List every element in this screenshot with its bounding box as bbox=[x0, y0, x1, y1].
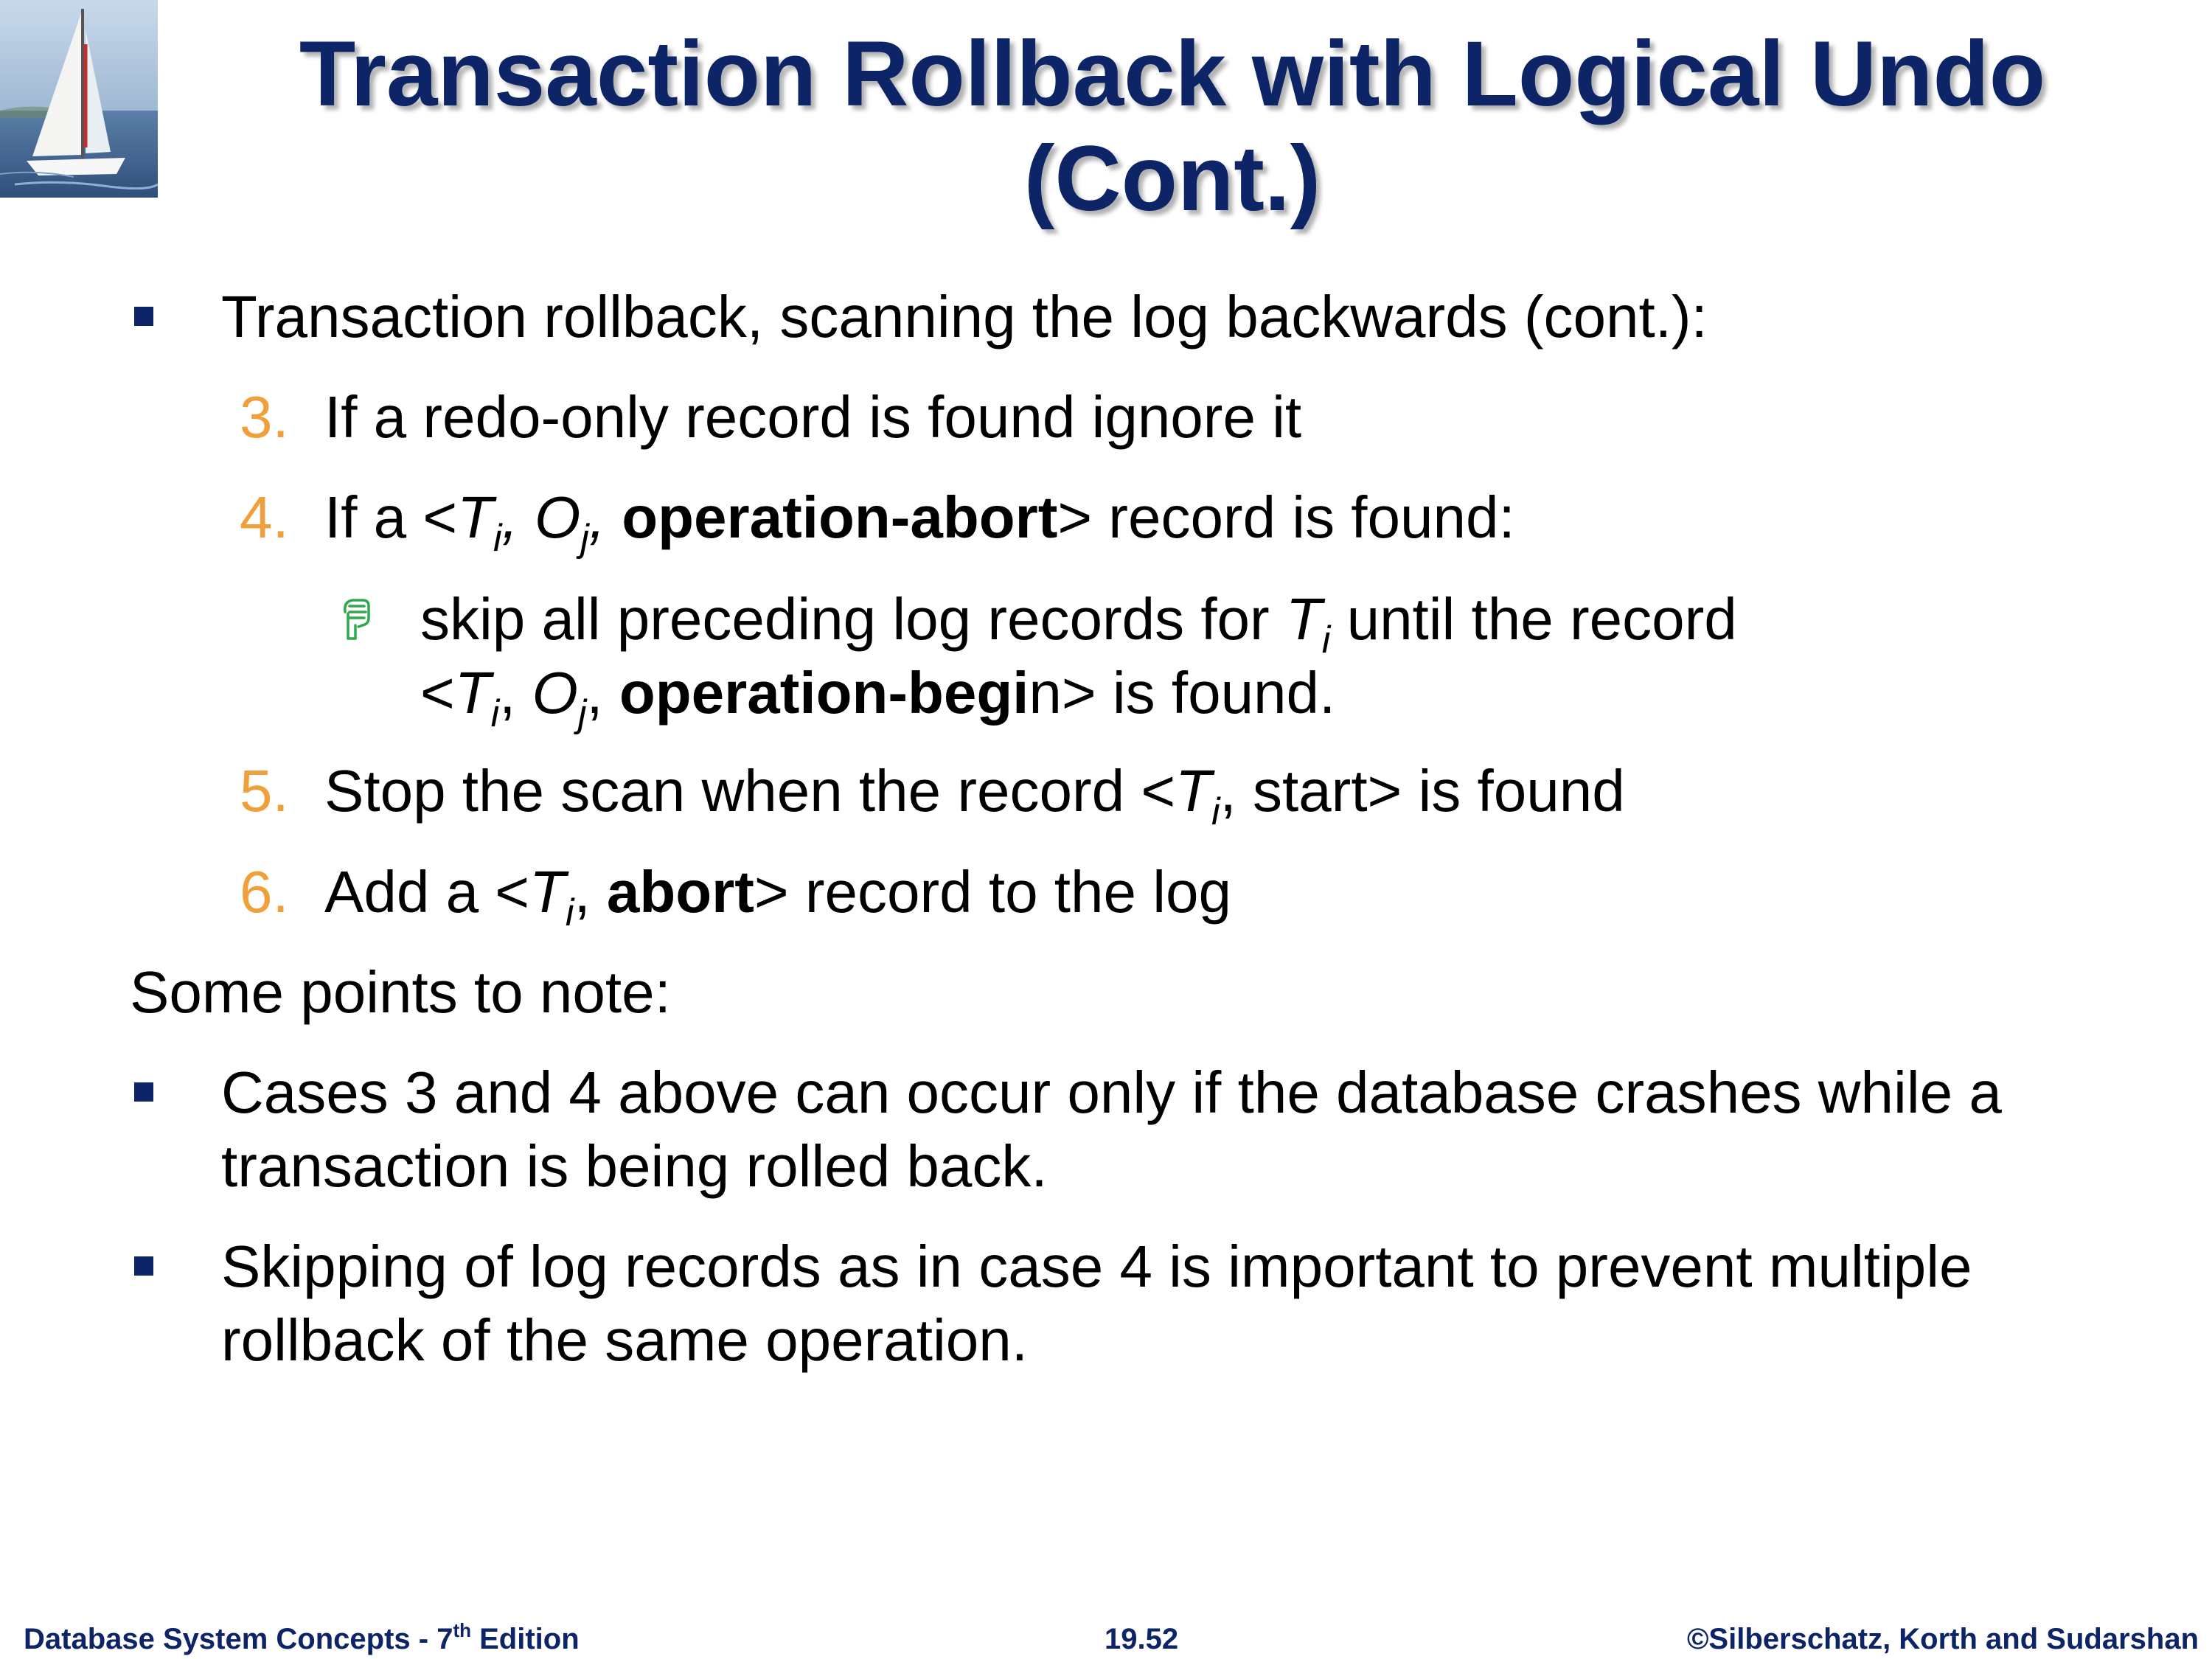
note-2-line-2: rollback of the same operation. bbox=[221, 1307, 1028, 1373]
bullet-text-rollback: Transaction rollback, scanning the log b… bbox=[221, 284, 1708, 349]
note-heading: Some points to note: bbox=[130, 959, 671, 1025]
note-1-line-1: Cases 3 and 4 above can occur only if th… bbox=[221, 1060, 2002, 1125]
note-2-line-1: Skipping of log records as in case 4 is … bbox=[221, 1234, 1972, 1299]
title-line-2: (Cont.) bbox=[1023, 128, 1321, 230]
footer-page-number: 19.52 bbox=[1105, 1623, 1179, 1655]
sub-bullet-line-1: skip all preceding log records for Ti un… bbox=[420, 586, 1737, 661]
step-number-6: 6. bbox=[240, 859, 289, 925]
bullet-square bbox=[134, 307, 153, 326]
step-number-4: 4. bbox=[240, 484, 289, 550]
step-number-5: 5. bbox=[240, 758, 289, 824]
step-number-3: 3. bbox=[240, 384, 289, 450]
sub-bullet-line-2: <Ti, Oj, operation-begin> is found. bbox=[420, 660, 1336, 735]
title-line-1: Transaction Rollback with Logical Undo bbox=[299, 23, 2046, 125]
pointing-hand-icon bbox=[343, 599, 370, 640]
note-1-line-2: transaction is being rolled back. bbox=[221, 1133, 1048, 1199]
step-text-5: Stop the scan when the record <Ti, start… bbox=[324, 758, 1625, 833]
step-text-4: If a <Ti, Oj, operation-abort> record is… bbox=[324, 484, 1515, 560]
step-text-3: If a redo-only record is found ignore it bbox=[324, 384, 1302, 450]
step-text-6: Add a <Ti, abort> record to the log bbox=[324, 859, 1231, 934]
page-title: Transaction Rollback with Logical Undo (… bbox=[177, 22, 2168, 232]
footer-book-title: Database System Concepts - 7th Edition bbox=[24, 1619, 580, 1655]
bullet-square bbox=[134, 1082, 153, 1102]
bullet-square bbox=[134, 1256, 153, 1276]
footer-copyright: ©Silberschatz, Korth and Sudarshan bbox=[1686, 1623, 2199, 1655]
sailboat-logo bbox=[0, 0, 158, 198]
